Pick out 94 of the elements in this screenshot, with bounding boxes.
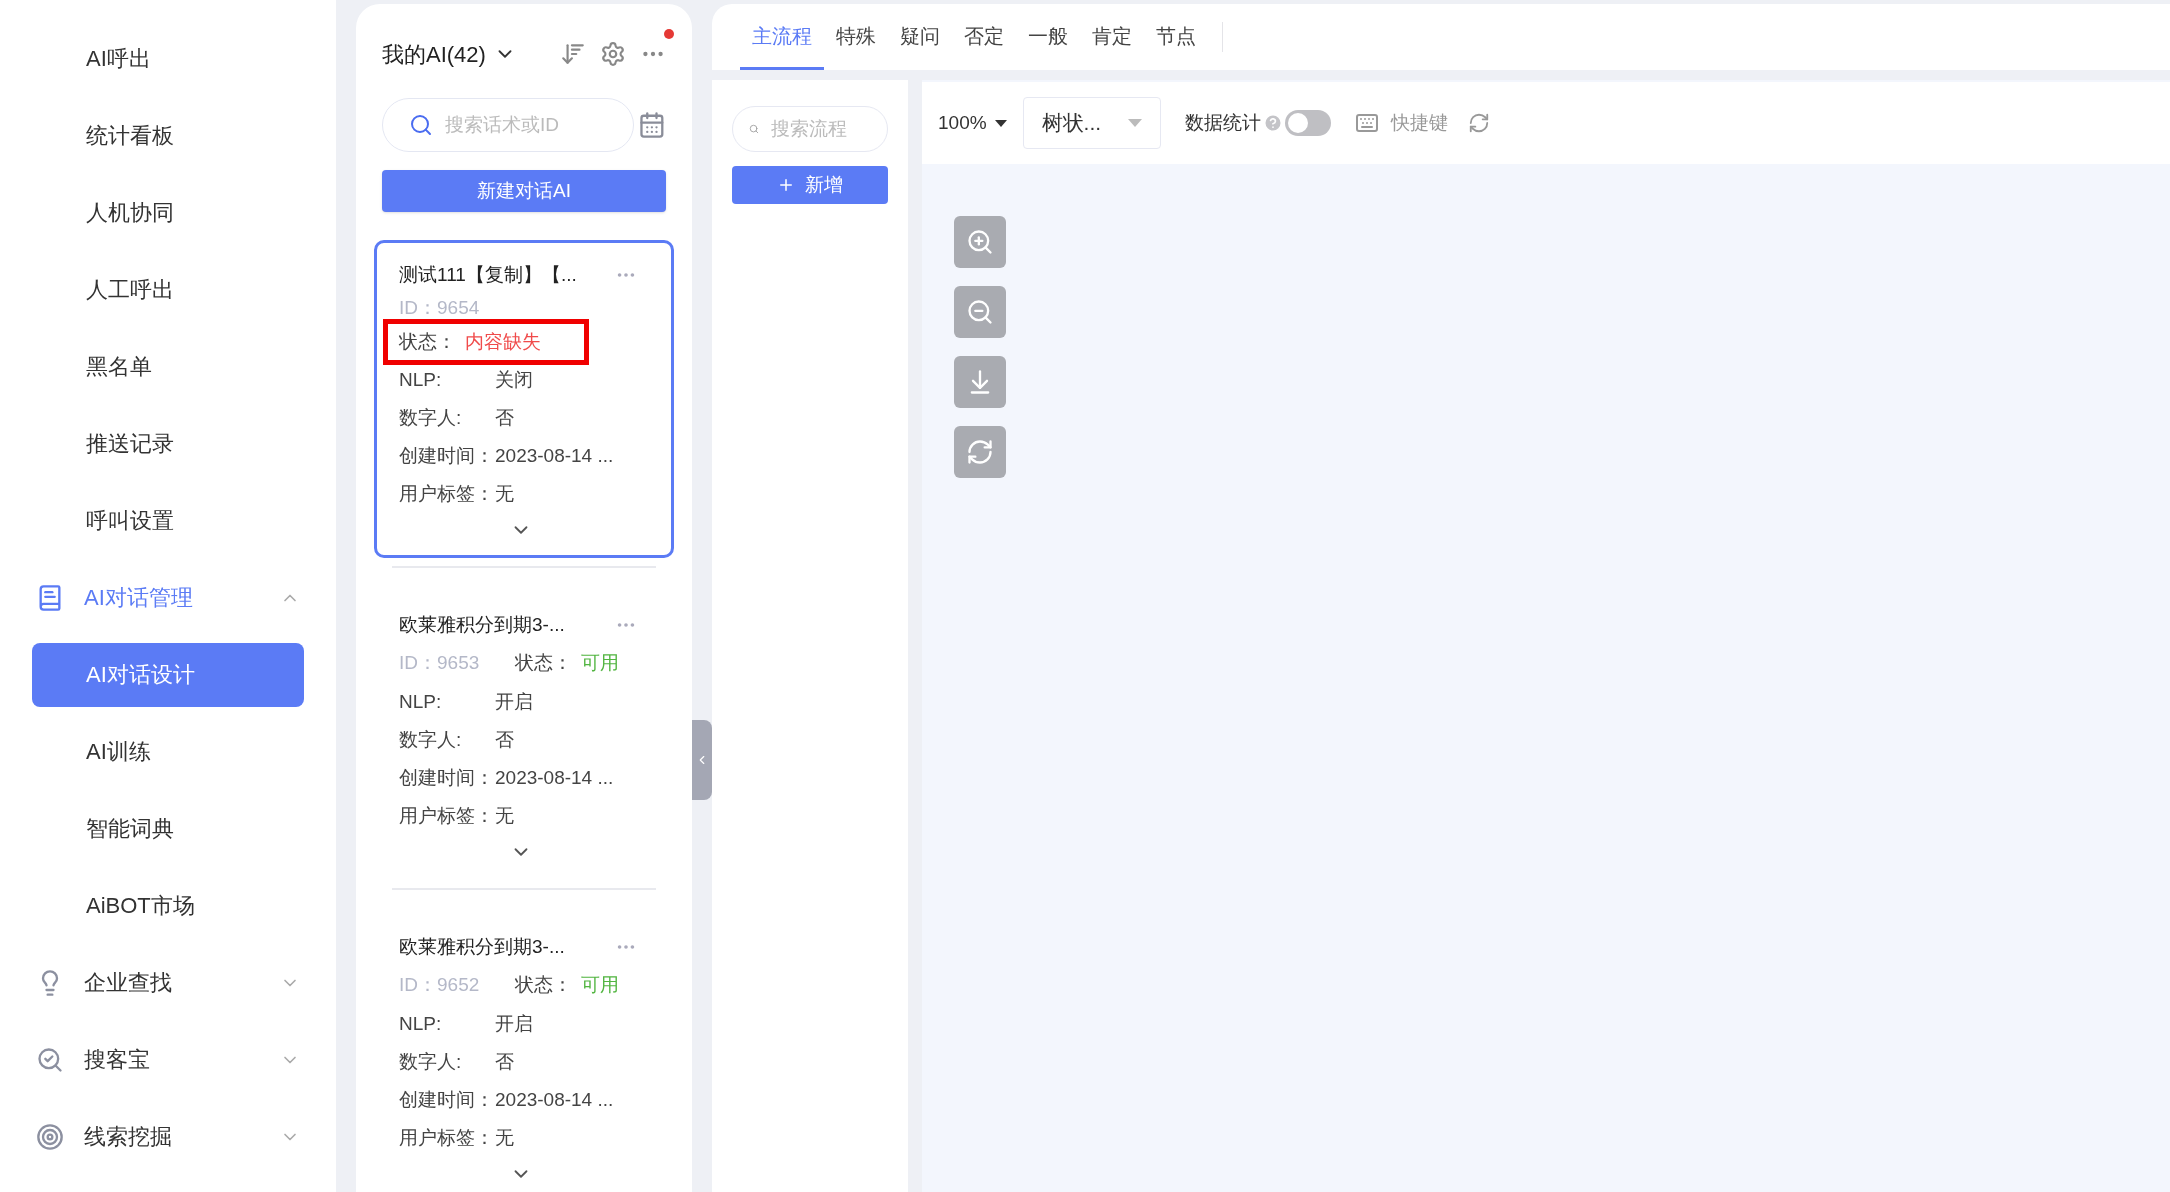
tab[interactable]: 特殊 bbox=[824, 4, 888, 70]
field-label: 状态： bbox=[515, 650, 573, 675]
layout-select[interactable]: 树状... bbox=[1022, 97, 1161, 149]
field-value: 否 bbox=[495, 727, 514, 752]
sidebar-group[interactable]: 线索挖掘 bbox=[0, 1098, 336, 1175]
field-value: 2023-08-14 ... bbox=[495, 1087, 614, 1112]
field-value: 否 bbox=[495, 1049, 514, 1074]
group-label: 搜客宝 bbox=[84, 1046, 150, 1074]
ai-card[interactable]: 欧莱雅积分到期3-... ID：9652 状态： 可用 NLP: 开启 数字人: 否 创建时间：2023-08-14 ... 用户标签：无 bbox=[374, 912, 674, 1192]
card-title: 欧莱雅积分到期3-... bbox=[399, 612, 565, 637]
help-icon[interactable] bbox=[1262, 113, 1283, 133]
zoom-select[interactable]: 100% bbox=[938, 108, 1007, 138]
field-label: 创建时间： bbox=[399, 1087, 495, 1112]
group-label: AI对话管理 bbox=[84, 584, 193, 612]
field-value: 无 bbox=[495, 1125, 514, 1150]
field-label: 用户标签： bbox=[399, 1125, 495, 1150]
field-label: 数字人: bbox=[399, 1049, 463, 1074]
tab[interactable]: 节点 bbox=[1144, 4, 1208, 70]
status-text: 可用 bbox=[581, 650, 619, 675]
stats-label: 数据统计 bbox=[1184, 110, 1261, 135]
id-text: ID：9653 bbox=[399, 650, 481, 675]
field-label: 用户标签： bbox=[399, 803, 495, 828]
field-label: 创建时间： bbox=[399, 765, 495, 790]
card-title: 测试111【复制】【... bbox=[399, 262, 577, 287]
zoom-in-button[interactable] bbox=[954, 216, 1006, 268]
search-icon bbox=[409, 113, 433, 137]
new-ai-button[interactable]: 新建对话AI bbox=[382, 170, 666, 212]
add-button[interactable]: 新增 bbox=[732, 166, 888, 204]
search-input[interactable]: 搜索话术或ID bbox=[445, 110, 595, 140]
zoom-out-icon bbox=[966, 298, 994, 326]
field-label: 用户标签： bbox=[399, 481, 495, 506]
sidebar-group[interactable]: 搜客宝 bbox=[0, 1021, 336, 1098]
stats-switch[interactable] bbox=[1284, 110, 1331, 136]
field-label: NLP: bbox=[399, 367, 443, 392]
sidebar-item[interactable]: 人工呼出 bbox=[32, 257, 304, 322]
field-value: 无 bbox=[495, 803, 514, 828]
field-value: 关闭 bbox=[495, 367, 533, 392]
caret-icon bbox=[1127, 119, 1142, 127]
sidebar-item[interactable]: 推送记录 bbox=[32, 411, 304, 476]
caret-icon bbox=[994, 119, 1007, 127]
keyboard-icon bbox=[1354, 111, 1379, 135]
refresh-icon bbox=[966, 438, 994, 466]
field-label: NLP: bbox=[399, 689, 443, 714]
tab[interactable]: 否定 bbox=[952, 4, 1016, 70]
sidebar-item[interactable]: 人机协同 bbox=[32, 180, 304, 245]
sidebar-item[interactable]: AI对话设计 bbox=[32, 642, 304, 707]
ai-card[interactable]: 欧莱雅积分到期3-... ID：9653 状态： 可用 NLP: 开启 数字人: 否 创建时间：2023-08-14 ... 用户标签：无 bbox=[374, 590, 674, 880]
field-value: 开启 bbox=[495, 689, 533, 714]
field-label: NLP: bbox=[399, 1011, 443, 1036]
list-title[interactable]: 我的AI(42) bbox=[382, 37, 486, 71]
zoom-out-button[interactable] bbox=[954, 286, 1006, 338]
field-label: 数字人: bbox=[399, 727, 463, 752]
sidebar-group[interactable]: AI对话管理 bbox=[0, 559, 336, 636]
sort-icon[interactable] bbox=[560, 41, 586, 67]
sidebar-group[interactable]: 企业查找 bbox=[0, 944, 336, 1021]
reset-button[interactable] bbox=[954, 426, 1006, 478]
field-label: 状态： bbox=[399, 329, 457, 354]
flow-search-input[interactable]: 搜索流程 bbox=[771, 114, 871, 144]
tab[interactable]: 肯定 bbox=[1080, 4, 1144, 70]
sidebar-item[interactable]: AI训练 bbox=[32, 719, 304, 784]
collapse-handle[interactable] bbox=[692, 720, 712, 800]
field-value: 否 bbox=[495, 405, 514, 430]
status-text: 内容缺失 bbox=[465, 329, 541, 354]
plus-icon bbox=[777, 176, 795, 194]
sidebar-item[interactable]: AI呼出 bbox=[32, 26, 304, 91]
id-text: ID：9654 bbox=[399, 295, 480, 320]
field-value: 2023-08-14 ... bbox=[495, 765, 614, 790]
tab[interactable]: 主流程 bbox=[740, 4, 824, 70]
field-label: 数字人: bbox=[399, 405, 463, 430]
sidebar-item[interactable]: 黑名单 bbox=[32, 334, 304, 399]
card-title: 欧莱雅积分到期3-... bbox=[399, 934, 565, 959]
sidebar-item[interactable]: 智能词典 bbox=[32, 796, 304, 861]
field-label: 创建时间： bbox=[399, 443, 495, 468]
sidebar-item[interactable]: 呼叫设置 bbox=[32, 488, 304, 553]
calendar-icon[interactable] bbox=[638, 111, 666, 139]
field-value: 2023-08-14 ... bbox=[495, 443, 614, 468]
zoom-in-icon bbox=[966, 228, 994, 256]
refresh-icon[interactable] bbox=[1467, 112, 1490, 134]
field-value: 无 bbox=[495, 481, 514, 506]
tab[interactable]: 一般 bbox=[1016, 4, 1080, 70]
tab[interactable]: 疑问 bbox=[888, 4, 952, 70]
download-button[interactable] bbox=[954, 356, 1006, 408]
group-label: 企业查找 bbox=[84, 969, 172, 997]
sidebar-item[interactable]: AiBOT市场 bbox=[32, 873, 304, 938]
field-label: 状态： bbox=[515, 972, 573, 997]
group-label: 线索挖掘 bbox=[84, 1123, 172, 1151]
sidebar-item[interactable]: 统计看板 bbox=[32, 103, 304, 168]
target-icon bbox=[36, 1122, 64, 1151]
ai-card[interactable]: 测试111【复制】【... ID：9654 状态： 内容缺失 NLP: 关闭 数字人: 否 创建时间：2023-08-14 ... 用户标签：无 bbox=[374, 240, 674, 558]
field-value: 开启 bbox=[495, 1011, 533, 1036]
status-text: 可用 bbox=[581, 972, 619, 997]
id-text: ID：9652 bbox=[399, 972, 481, 997]
search-icon bbox=[36, 1045, 64, 1074]
settings-icon[interactable] bbox=[600, 41, 626, 67]
